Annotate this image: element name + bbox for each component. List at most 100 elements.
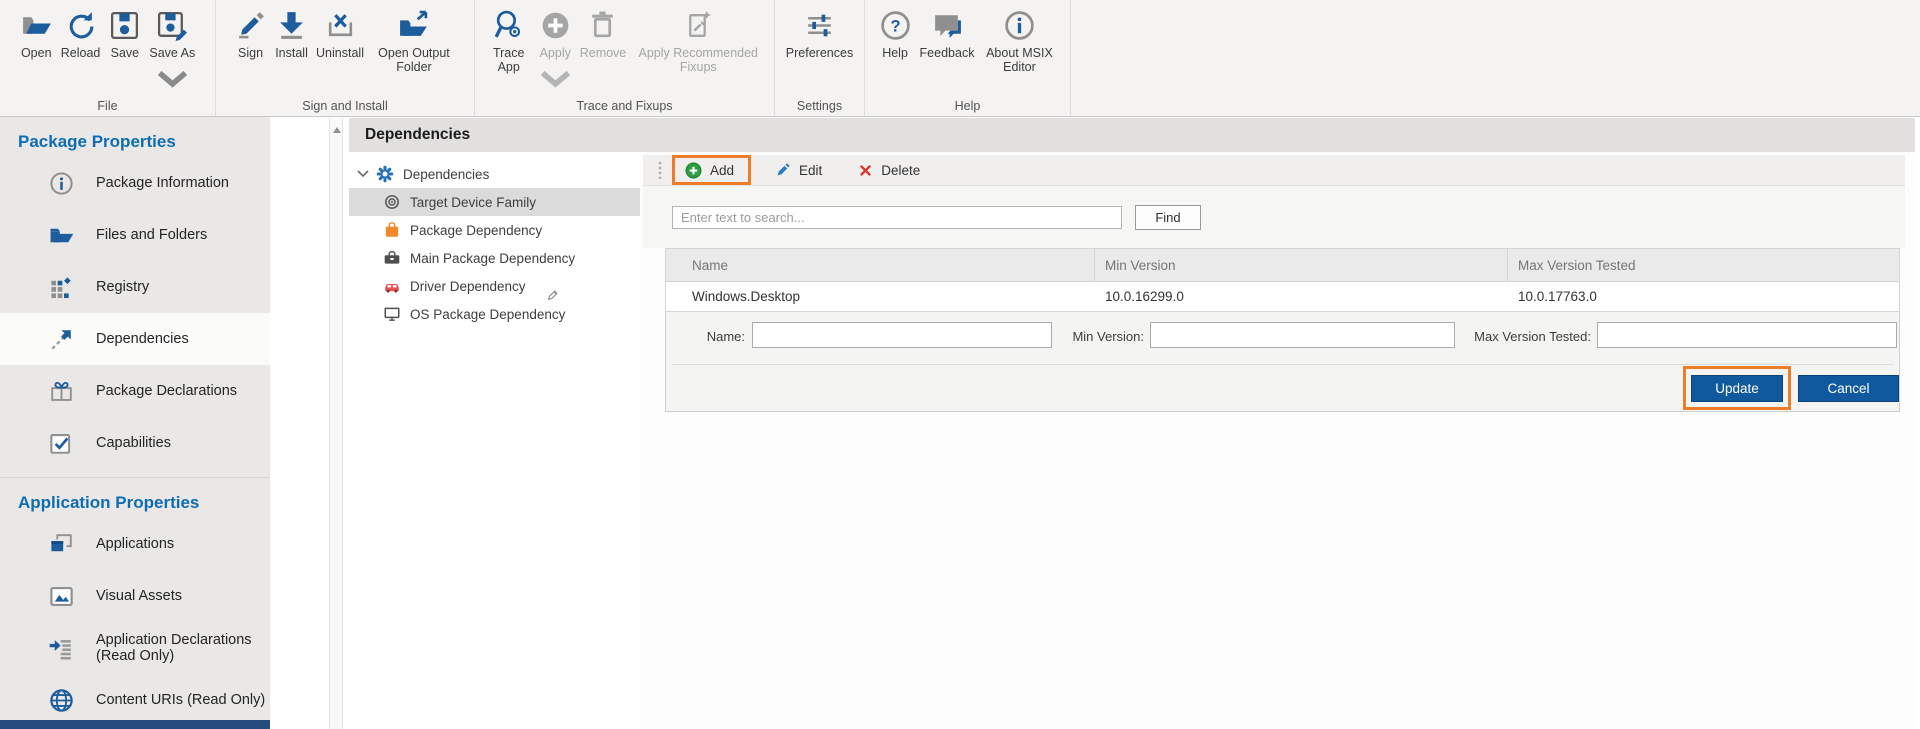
- sidebar-item-label: Application Declarations (Read Only): [96, 632, 270, 664]
- sidebar-heading-application-properties: Application Properties: [18, 493, 270, 513]
- sidebar-item-label: Visual Assets: [96, 588, 182, 604]
- find-button[interactable]: Find: [1135, 205, 1201, 230]
- sidebar-item-package-information[interactable]: Package Information: [0, 157, 270, 209]
- feedback-bubble-icon: [931, 9, 964, 46]
- max-version-tested-field-label: Max Version Tested:: [1366, 329, 1591, 344]
- sidebar-item-content-uris[interactable]: Content URIs (Read Only): [0, 674, 270, 726]
- install-button[interactable]: Install: [271, 7, 312, 62]
- cell-max-version-tested: 10.0.17763.0: [1508, 289, 1899, 304]
- ribbon: Open Reload Save Save As File Sign Insta…: [0, 0, 1920, 117]
- tree-node-driver-dependency[interactable]: Driver Dependency: [349, 272, 640, 300]
- cancel-button[interactable]: Cancel: [1798, 375, 1899, 402]
- ribbon-group-label-help: Help: [865, 99, 1070, 113]
- preferences-label: Preferences: [786, 46, 853, 60]
- ribbon-group-label-settings: Settings: [775, 99, 864, 113]
- chevron-down-icon[interactable]: [156, 62, 189, 99]
- ribbon-group-sign-install: Sign Install Uninstall Open Output Folde…: [216, 0, 475, 116]
- install-arrow-icon: [275, 9, 308, 46]
- sidebar-item-applications[interactable]: Applications: [0, 518, 270, 570]
- max-version-tested-field[interactable]: [1597, 322, 1897, 348]
- remove-button[interactable]: Remove: [576, 7, 631, 62]
- ribbon-group-label-sign-install: Sign and Install: [216, 99, 474, 113]
- sidebar-bottom-strip: [0, 720, 270, 729]
- edit-label: Edit: [799, 163, 822, 178]
- ribbon-group-trace-fixups: Trace App Apply Remove Apply Recommended…: [475, 0, 775, 116]
- add-label: Add: [710, 163, 734, 178]
- chevron-down-icon: [539, 62, 572, 99]
- toolbar-grip-icon[interactable]: [658, 161, 662, 179]
- help-button[interactable]: ? Help: [875, 7, 916, 62]
- column-header-max-version-tested[interactable]: Max Version Tested: [1508, 249, 1899, 281]
- cell-name: Windows.Desktop: [666, 289, 1095, 304]
- delete-button[interactable]: Delete: [850, 160, 928, 181]
- trace-app-button[interactable]: Trace App: [483, 7, 535, 76]
- sidebar-item-capabilities[interactable]: Capabilities: [0, 417, 270, 469]
- apply-label: Apply: [540, 46, 571, 60]
- open-label: Open: [21, 46, 52, 60]
- save-button[interactable]: Save: [104, 7, 145, 62]
- sidebar-item-application-declarations[interactable]: Application Declarations (Read Only): [0, 622, 270, 674]
- preferences-button[interactable]: Preferences: [782, 7, 857, 62]
- page-title: Dependencies: [349, 118, 1915, 152]
- ribbon-group-help: ? Help Feedback About MSIX Editor Help: [865, 0, 1071, 116]
- sidebar-item-label: Applications: [96, 536, 174, 552]
- apply-button[interactable]: Apply: [535, 7, 576, 101]
- table-row[interactable]: Windows.Desktop 10.0.16299.0 10.0.17763.…: [665, 282, 1900, 312]
- scrollbar-up-arrow-icon[interactable]: [333, 127, 341, 133]
- uninstall-button[interactable]: Uninstall: [312, 7, 368, 62]
- save-label: Save: [111, 46, 140, 60]
- edit-button[interactable]: Edit: [767, 159, 830, 181]
- save-as-button[interactable]: Save As: [145, 7, 199, 101]
- tree-node-main-package-dependency[interactable]: Main Package Dependency: [349, 244, 640, 272]
- sidebar-item-dependencies[interactable]: Dependencies: [0, 313, 270, 365]
- tree-node-target-device-family[interactable]: Target Device Family: [349, 188, 640, 216]
- tree-node-os-package-dependency[interactable]: OS Package Dependency: [349, 300, 640, 328]
- update-button[interactable]: Update: [1691, 375, 1783, 402]
- trace-app-icon: [492, 9, 525, 46]
- sign-button[interactable]: Sign: [230, 7, 271, 62]
- open-button[interactable]: Open: [16, 7, 57, 62]
- column-header-min-version[interactable]: Min Version: [1095, 249, 1508, 281]
- dependencies-arrow-icon: [48, 326, 96, 353]
- apply-plus-icon: [539, 9, 572, 46]
- reload-icon: [64, 9, 97, 46]
- cell-min-version: 10.0.16299.0: [1095, 289, 1508, 304]
- row-edit-pencil-icon: [546, 288, 560, 302]
- sidebar-item-visual-assets[interactable]: Visual Assets: [0, 570, 270, 622]
- feedback-button[interactable]: Feedback: [916, 7, 979, 62]
- sidebar-item-label: Content URIs (Read Only): [96, 692, 265, 708]
- add-button-highlight: Add: [672, 155, 751, 185]
- save-as-label: Save As: [149, 46, 195, 60]
- tree-node-dependencies[interactable]: Dependencies: [349, 160, 640, 188]
- sidebar-item-registry[interactable]: Registry: [0, 261, 270, 313]
- sidebar-item-label: Package Information: [96, 175, 229, 191]
- search-input[interactable]: [672, 206, 1122, 229]
- feedback-label: Feedback: [920, 46, 975, 60]
- sidebar-item-package-declarations[interactable]: Package Declarations: [0, 365, 270, 417]
- about-msix-editor-button[interactable]: About MSIX Editor: [978, 7, 1060, 76]
- install-label: Install: [275, 46, 308, 60]
- target-icon: [383, 193, 401, 211]
- tree-collapse-chevron-icon[interactable]: [357, 170, 369, 178]
- open-output-folder-label: Open Output Folder: [372, 46, 456, 74]
- about-info-icon: [1003, 9, 1036, 46]
- tree-node-label: Main Package Dependency: [410, 251, 575, 266]
- folder-icon: [48, 222, 96, 249]
- tree-node-package-dependency[interactable]: Package Dependency: [349, 216, 640, 244]
- ribbon-group-label-trace-fixups: Trace and Fixups: [475, 99, 774, 113]
- gift-box-icon: [48, 378, 96, 405]
- apply-recommended-fixups-button[interactable]: Apply Recommended Fixups: [630, 7, 766, 76]
- applications-windows-icon: [48, 531, 96, 558]
- ribbon-group-label-file: File: [0, 99, 215, 113]
- sidebar-item-files-and-folders[interactable]: Files and Folders: [0, 209, 270, 261]
- remove-trash-icon: [586, 9, 619, 46]
- add-button[interactable]: Add: [677, 159, 742, 182]
- open-output-folder-button[interactable]: Open Output Folder: [368, 7, 460, 76]
- vertical-scrollbar[interactable]: [329, 118, 343, 729]
- reload-button[interactable]: Reload: [57, 7, 105, 62]
- reload-label: Reload: [61, 46, 101, 60]
- column-header-name[interactable]: Name: [666, 249, 1095, 281]
- remove-label: Remove: [580, 46, 627, 60]
- sidebar-heading-package-properties: Package Properties: [18, 132, 270, 152]
- monitor-icon: [383, 305, 401, 323]
